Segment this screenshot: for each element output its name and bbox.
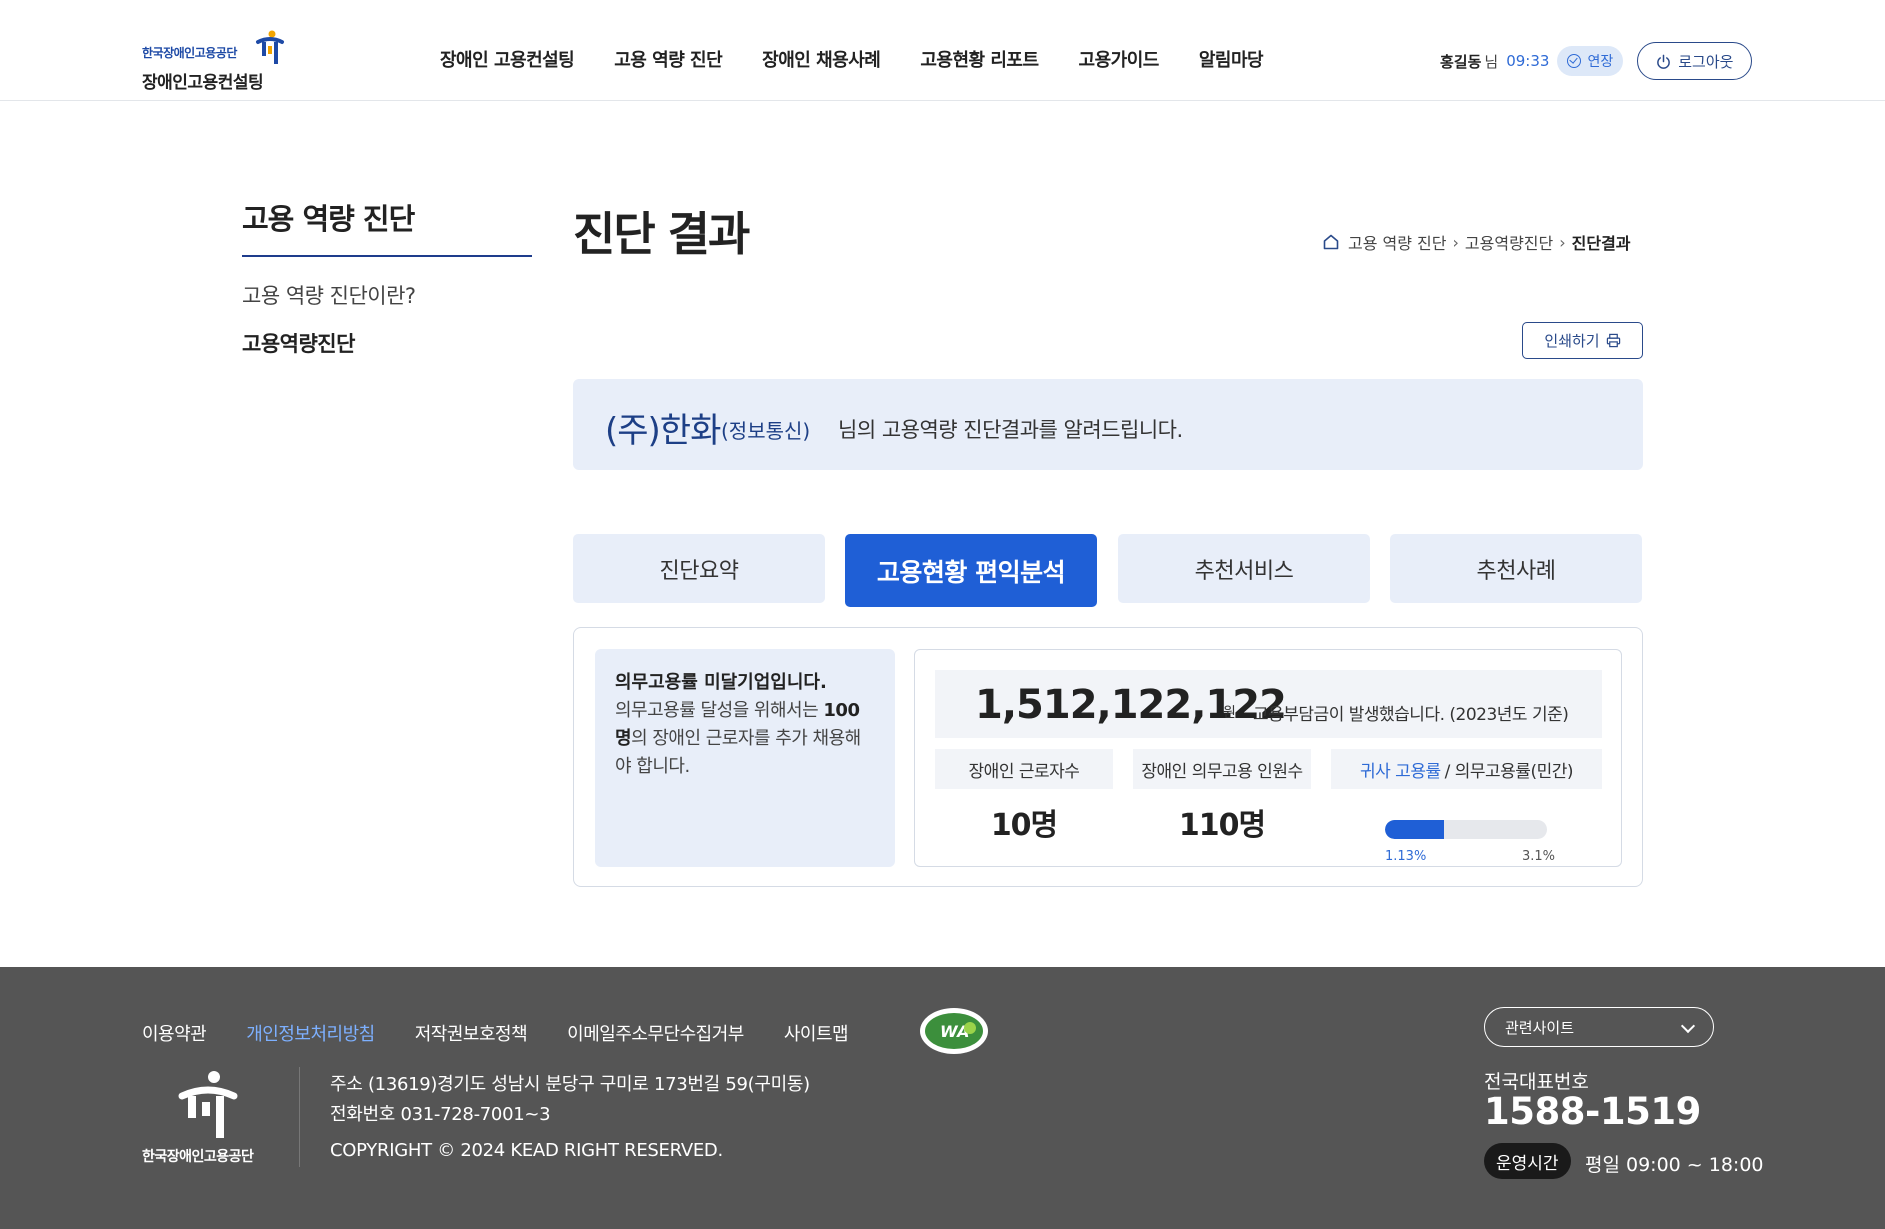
- footer-divider: [299, 1067, 300, 1167]
- logout-label: 로그아웃: [1678, 52, 1734, 71]
- greeting-text: 님의 고용역량 진단결과를 알려드립니다.: [838, 418, 1183, 442]
- user-honorific: 님: [1484, 52, 1499, 71]
- alert-title: 의무고용률 미달기업입니다.: [615, 672, 827, 693]
- clock-check-icon: [1567, 54, 1582, 68]
- sidebar-item-diagnosis[interactable]: 고용역량진단: [242, 328, 355, 358]
- footer-link-privacy[interactable]: 개인정보처리방침: [246, 1020, 375, 1046]
- benefit-analysis-panel: 의무고용률 미달기업입니다. 의무고용률 달성을 위해서는 100 명의 장애인…: [573, 627, 1643, 887]
- result-greeting-banner: (주)한화 (정보통신) 님의 고용역량 진단결과를 알려드립니다.: [573, 379, 1643, 470]
- breadcrumb-current: 진단결과: [1571, 234, 1631, 253]
- levy-amount: 1,512,122,122: [975, 682, 1287, 728]
- footer-logo-text: 한국장애인고용공단: [142, 1149, 254, 1165]
- stat-label-quota: 장애인 의무고용 인원수: [1133, 749, 1311, 789]
- footer-link-terms[interactable]: 이용약관: [142, 1020, 207, 1046]
- print-button[interactable]: 인쇄하기: [1522, 322, 1643, 359]
- breadcrumb: 고용 역량 진단 › 고용역량진단 › 진단결과: [1322, 230, 1631, 254]
- sidebar-divider: [242, 255, 532, 257]
- hours-badge: 운영시간: [1484, 1143, 1571, 1179]
- logout-button[interactable]: 로그아웃: [1637, 42, 1753, 80]
- nav-item-guide[interactable]: 고용가이드: [1079, 46, 1160, 72]
- extend-label: 연장: [1587, 54, 1614, 70]
- logo-service-name: 장애인고용컨설팅: [142, 73, 264, 93]
- kead-logo-icon: [178, 1071, 238, 1138]
- user-name: 홍길동: [1440, 52, 1482, 71]
- tab-benefit-analysis[interactable]: 고용현황 편익분석: [845, 534, 1097, 607]
- required-rate-value: 3.1%: [1522, 849, 1556, 864]
- stat-value-workers: 10명: [990, 808, 1058, 843]
- employment-rate-progress: [1385, 820, 1547, 839]
- site-footer: 이용약관 개인정보처리방침 저작권보호정책 이메일주소무단수집거부 사이트맵 W…: [0, 967, 1885, 1229]
- nav-item-report[interactable]: 고용현황 리포트: [920, 46, 1039, 72]
- hours-text: 평일 09:00 ~ 18:00: [1585, 1154, 1764, 1176]
- logo-org-name: 한국장애인고용공단: [142, 46, 237, 60]
- tab-recommended-services[interactable]: 추천서비스: [1118, 534, 1370, 603]
- breadcrumb-item[interactable]: 고용 역량 진단: [1348, 230, 1447, 254]
- page-title: 진단 결과: [573, 207, 750, 261]
- quota-alert-box: 의무고용률 미달기업입니다. 의무고용률 달성을 위해서는 100 명의 장애인…: [595, 649, 895, 867]
- result-tabs: 진단요약 고용현황 편익분석 추천서비스 추천사례: [573, 534, 1643, 607]
- web-accessibility-mark-icon: WA: [920, 1008, 988, 1054]
- required-hire-count: 100: [823, 700, 860, 721]
- footer-logo: 한국장애인고용공단: [142, 1068, 272, 1168]
- home-icon[interactable]: [1322, 233, 1340, 251]
- chevron-right-icon: ›: [1559, 232, 1566, 252]
- chevron-right-icon: ›: [1452, 232, 1459, 252]
- session-timer: 09:33: [1506, 52, 1550, 70]
- printer-icon: [1606, 333, 1620, 348]
- employment-rate-progress-fill: [1385, 820, 1445, 839]
- company-rate-value: 1.13%: [1385, 849, 1427, 864]
- levy-unit: 원: [1223, 705, 1236, 721]
- related-sites-label: 관련사이트: [1505, 1018, 1575, 1037]
- kead-logo-icon: [256, 30, 284, 64]
- rep-phone-number: 1588-1519: [1484, 1090, 1701, 1133]
- print-label: 인쇄하기: [1544, 332, 1600, 350]
- stat-value-quota: 110명: [1178, 808, 1266, 843]
- nav-item-notice[interactable]: 알림마당: [1199, 46, 1264, 72]
- alert-body: 의무고용률 달성을 위해서는 100 명의 장애인 근로자를 추가 채용해야 합…: [615, 700, 861, 777]
- sidebar-item-about[interactable]: 고용 역량 진단이란?: [242, 280, 416, 310]
- user-session-area: 홍길동 님 09:33 연장 로그아웃: [1440, 42, 1753, 80]
- chevron-down-icon: [1680, 1018, 1696, 1034]
- company-name: (주)한화: [605, 411, 721, 451]
- site-header: 한국장애인고용공단 장애인고용컨설팅 장애인 고용컨설팅 고용 역량 진단 장애…: [0, 0, 1885, 101]
- stat-label-rate: 귀사 고용률 / 의무고용률(민간): [1331, 749, 1602, 789]
- footer-copyright: COPYRIGHT © 2024 KEAD RIGHT RESERVED.: [330, 1140, 723, 1161]
- stat-label-workers: 장애인 근로자수: [935, 749, 1113, 789]
- related-sites-select[interactable]: 관련사이트: [1484, 1007, 1714, 1047]
- main-navigation: 장애인 고용컨설팅 고용 역량 진단 장애인 채용사례 고용현황 리포트 고용가…: [440, 46, 1303, 72]
- footer-link-sitemap[interactable]: 사이트맵: [784, 1020, 849, 1046]
- nav-item-hiring-cases[interactable]: 장애인 채용사례: [762, 46, 881, 72]
- levy-description: 고용부담금이 발생했습니다. (2023년도 기준): [1253, 705, 1569, 725]
- required-rate-label: / 의무고용률(민간): [1444, 761, 1574, 782]
- sidebar-title: 고용 역량 진단: [242, 202, 415, 236]
- extend-session-button[interactable]: 연장: [1557, 46, 1624, 76]
- footer-links: 이용약관 개인정보처리방침 저작권보호정책 이메일주소무단수집거부 사이트맵: [142, 1020, 888, 1046]
- employment-stats-box: 1,512,122,122 원 고용부담금이 발생했습니다. (2023년도 기…: [914, 649, 1622, 867]
- footer-phone: 전화번호 031-728-7001~3: [330, 1104, 551, 1125]
- footer-link-email-refusal[interactable]: 이메일주소무단수집거부: [567, 1020, 744, 1046]
- company-division: (정보통신): [721, 419, 811, 443]
- company-rate-label: 귀사 고용률: [1360, 761, 1441, 782]
- breadcrumb-item[interactable]: 고용역량진단: [1465, 230, 1553, 254]
- nav-item-consulting[interactable]: 장애인 고용컨설팅: [440, 46, 575, 72]
- tab-summary[interactable]: 진단요약: [573, 534, 825, 603]
- power-icon: [1657, 54, 1671, 69]
- footer-address: 주소 (13619)경기도 성남시 분당구 구미로 173번길 59(구미동): [330, 1074, 810, 1095]
- nav-item-diagnosis[interactable]: 고용 역량 진단: [614, 46, 722, 72]
- levy-summary: 1,512,122,122 원 고용부담금이 발생했습니다. (2023년도 기…: [935, 670, 1602, 738]
- footer-link-copyright[interactable]: 저작권보호정책: [415, 1020, 528, 1046]
- tab-recommended-cases[interactable]: 추천사례: [1390, 534, 1642, 603]
- site-logo[interactable]: 한국장애인고용공단 장애인고용컨설팅: [142, 30, 292, 93]
